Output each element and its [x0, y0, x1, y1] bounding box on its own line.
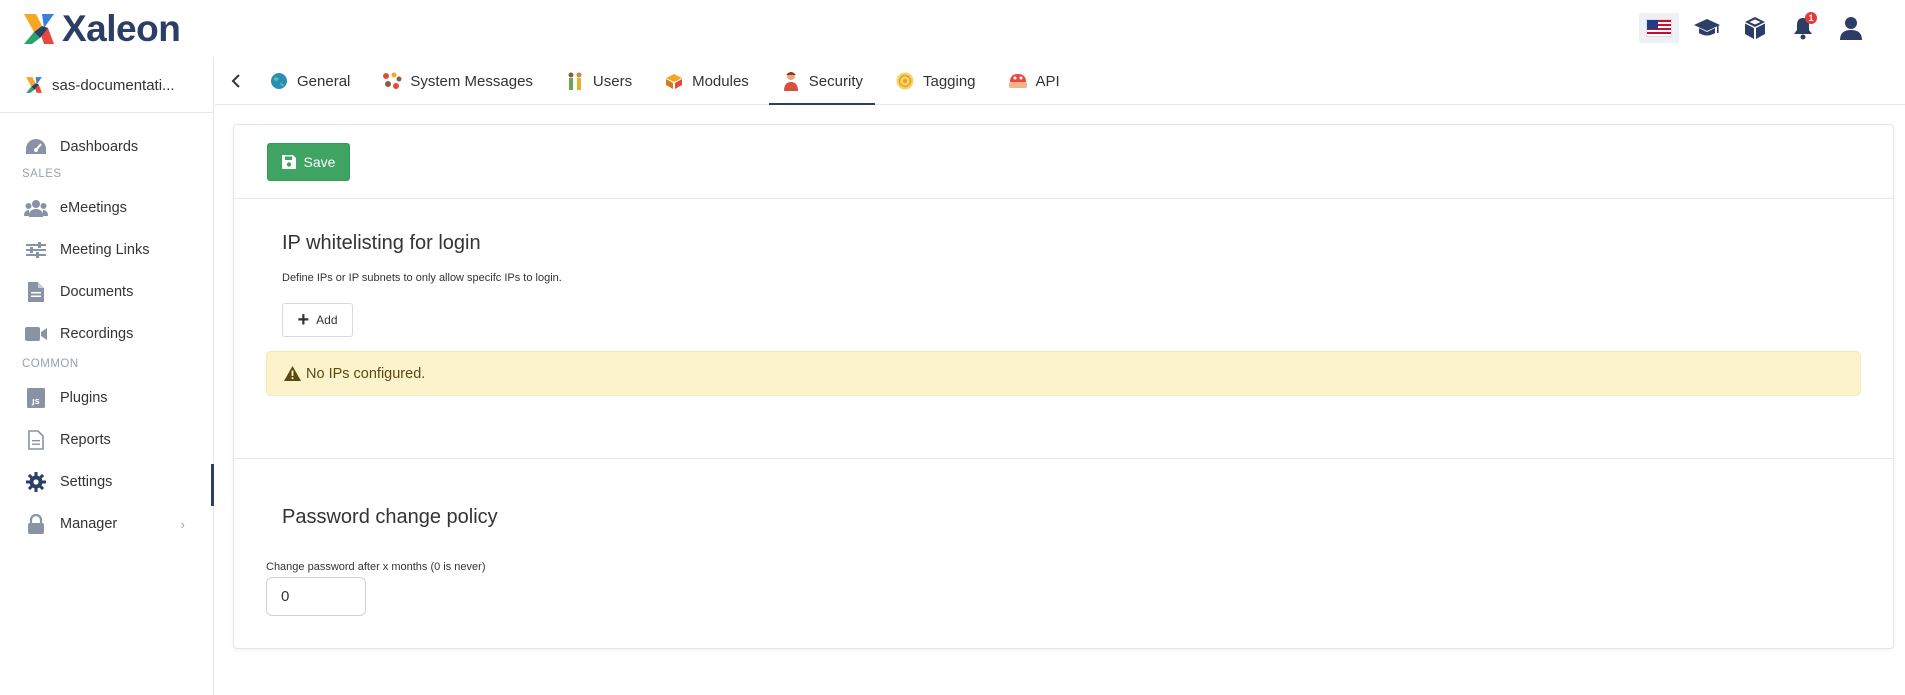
tab-label: Users	[592, 72, 633, 90]
api-icon	[1008, 71, 1028, 91]
js-file-icon: JS	[24, 387, 48, 409]
modules-button[interactable]	[1731, 12, 1779, 44]
plus-icon: +	[297, 309, 310, 331]
tab-tagging[interactable]: Tagging	[883, 58, 988, 104]
sidebar-item-reports[interactable]: Reports	[0, 422, 213, 458]
ip-whitelisting-description: Define IPs or IP subnets to only allow s…	[282, 272, 562, 284]
box-icon	[664, 71, 684, 91]
users-group-icon	[24, 197, 48, 219]
tab-api[interactable]: API	[996, 58, 1072, 104]
sidebar: sas-documentati... Dashboards SALES eMee…	[0, 58, 214, 695]
tab-label: Tagging	[922, 72, 976, 90]
chevron-left-icon	[231, 74, 240, 88]
flag-us-icon	[1646, 19, 1672, 37]
speedometer-icon	[24, 136, 48, 158]
tab-label: Security	[808, 72, 863, 90]
chevron-right-icon: ›	[180, 516, 185, 532]
notifications-button[interactable]: 1	[1779, 12, 1827, 44]
sliders-icon	[24, 239, 48, 261]
sidebar-item-emeetings[interactable]: eMeetings	[0, 190, 213, 226]
header-actions: 1	[1639, 12, 1875, 44]
sidebar-item-dashboards[interactable]: Dashboards	[0, 129, 213, 165]
save-button[interactable]: Save	[267, 143, 350, 181]
sidebar-item-recordings[interactable]: Recordings	[0, 316, 213, 352]
tab-label: Modules	[692, 72, 749, 90]
sidebar-item-label: Dashboards	[60, 139, 139, 155]
tab-label: API	[1035, 72, 1060, 90]
section-label-sales: SALES	[22, 168, 62, 180]
security-agent-icon	[781, 71, 801, 91]
org-name: sas-documentati...	[52, 76, 175, 94]
user-icon	[1840, 17, 1862, 40]
section-divider	[234, 458, 1893, 459]
password-months-input[interactable]	[266, 577, 366, 616]
report-file-icon	[24, 429, 48, 451]
add-ip-button-label: Add	[316, 313, 338, 327]
password-months-label: Change password after x months (0 is nev…	[266, 561, 486, 573]
lock-icon	[24, 513, 48, 535]
logo[interactable]: Xaleon	[20, 8, 181, 49]
password-policy-title: Password change policy	[282, 506, 498, 528]
save-button-label: Save	[303, 154, 336, 170]
warning-icon	[284, 366, 301, 381]
add-ip-button[interactable]: + Add	[282, 303, 353, 337]
sidebar-item-manager[interactable]: Manager ›	[0, 506, 213, 542]
tab-users[interactable]: Users	[553, 58, 644, 104]
tab-system-messages[interactable]: System Messages	[370, 58, 545, 104]
sidebar-item-meeting-links[interactable]: Meeting Links	[0, 232, 213, 268]
sidebar-item-label: Manager	[60, 516, 118, 532]
gear-icon	[24, 471, 48, 493]
tag-badge-icon	[895, 71, 915, 91]
svg-text:JS: JS	[31, 398, 40, 406]
sidebar-item-label: Recordings	[60, 326, 134, 342]
tab-general[interactable]: General	[257, 58, 362, 104]
tab-label: General	[297, 72, 351, 90]
floppy-disk-icon	[281, 155, 296, 169]
tab-label: System Messages	[410, 72, 533, 90]
megaphone-icon	[382, 71, 402, 91]
cube-icon	[1745, 17, 1765, 39]
sidebar-item-label: Documents	[60, 284, 134, 300]
no-ips-alert: No IPs configured.	[266, 351, 1861, 396]
globe-icon	[269, 71, 289, 91]
org-logo-icon	[26, 77, 42, 93]
users-icon	[565, 71, 585, 91]
section-label-common: COMMON	[22, 358, 79, 370]
tabs-scroll-left-button[interactable]	[215, 58, 257, 104]
sidebar-item-label: eMeetings	[60, 200, 127, 216]
security-settings-card: Save IP whitelisting for login Define IP…	[233, 124, 1894, 649]
sidebar-item-plugins[interactable]: JS Plugins	[0, 380, 213, 416]
language-selector[interactable]	[1639, 13, 1679, 43]
xaleon-logo-icon	[24, 14, 54, 44]
sidebar-item-documents[interactable]: Documents	[0, 274, 213, 310]
tab-modules[interactable]: Modules	[652, 58, 761, 104]
top-header: Xaleon 1	[0, 0, 1905, 58]
ip-whitelisting-title: IP whitelisting for login	[282, 232, 481, 254]
card-toolbar: Save	[234, 125, 1893, 199]
video-camera-icon	[24, 323, 48, 345]
sidebar-item-label: Settings	[60, 474, 113, 490]
sidebar-item-settings[interactable]: Settings	[0, 464, 214, 506]
graduation-cap-icon	[1694, 19, 1720, 36]
org-switcher[interactable]: sas-documentati...	[0, 58, 213, 113]
user-menu-button[interactable]	[1827, 12, 1875, 44]
document-icon	[24, 281, 48, 303]
sidebar-item-label: Reports	[60, 432, 111, 448]
notification-badge: 1	[1805, 12, 1817, 24]
tab-security[interactable]: Security	[768, 58, 876, 105]
brand-name: Xaleon	[62, 8, 181, 49]
settings-tabs: General System Messages Users Modules Se…	[215, 58, 1905, 105]
academy-button[interactable]	[1683, 12, 1731, 44]
sidebar-item-label: Plugins	[60, 390, 108, 406]
alert-text: No IPs configured.	[306, 365, 426, 382]
sidebar-item-label: Meeting Links	[60, 242, 150, 258]
